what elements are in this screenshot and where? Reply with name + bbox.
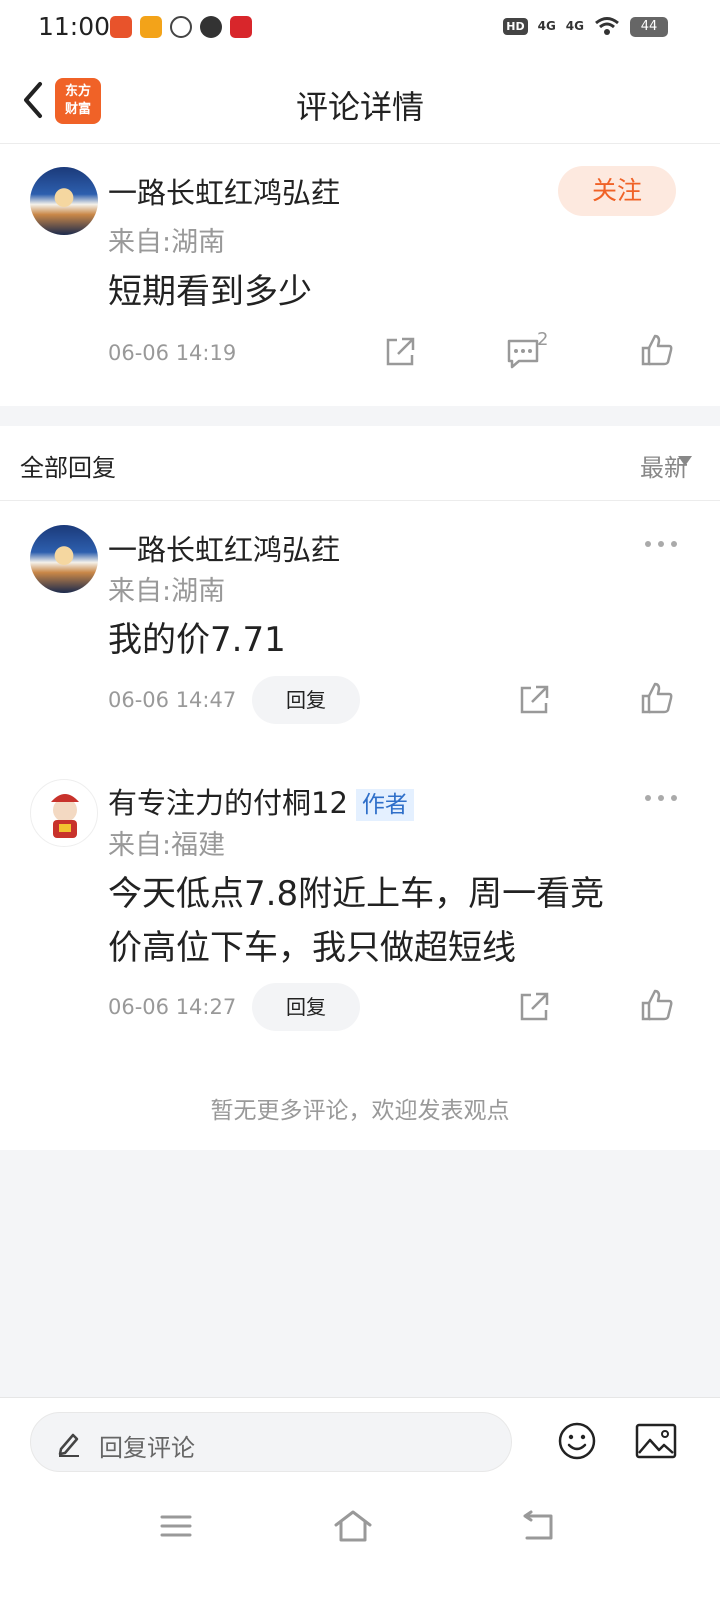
status-time: 11:00 xyxy=(38,12,111,41)
reply-input-placeholder: 回复评论 xyxy=(99,1434,195,1462)
replies-header: 全部回复 最新 xyxy=(0,426,720,501)
home-icon[interactable] xyxy=(333,1509,373,1543)
system-icons: HD 4G 4G xyxy=(503,16,620,36)
comment-text: 短期看到多少 xyxy=(108,272,312,312)
video-icon xyxy=(200,16,222,38)
reply-time: 06-06 14:27 xyxy=(108,995,237,1019)
username[interactable]: 一路长虹红鸿弘荭 xyxy=(108,527,340,569)
more-icon[interactable] xyxy=(643,793,679,803)
reply-text-line-2: 价高位下车，我只做超短线 xyxy=(108,928,516,968)
reply-button[interactable]: 回复 xyxy=(252,983,360,1031)
chevron-down-icon[interactable] xyxy=(678,456,692,466)
bottom-reply-bar: 回复评论 xyxy=(0,1397,720,1487)
image-icon[interactable] xyxy=(635,1423,677,1459)
like-icon[interactable] xyxy=(639,987,675,1023)
like-icon[interactable] xyxy=(639,332,675,368)
notification-icons xyxy=(110,16,252,38)
reply-time: 06-06 14:47 xyxy=(108,688,237,712)
emoji-icon[interactable] xyxy=(557,1421,597,1461)
author-badge: 作者 xyxy=(355,789,414,821)
signal-1-icon: 4G xyxy=(537,19,556,33)
weibo-icon xyxy=(140,16,162,38)
shop-icon xyxy=(230,16,252,38)
comment-icon[interactable] xyxy=(505,334,541,370)
avatar-image xyxy=(51,794,79,838)
comment-time: 06-06 14:19 xyxy=(108,341,237,365)
avatar[interactable] xyxy=(30,167,98,235)
battery-icon: 44 xyxy=(630,17,668,37)
main-comment: 一路长虹红鸿弘荭 来自:湖南 关注 短期看到多少 06-06 14:19 2 xyxy=(0,144,720,406)
signal-2-icon: 4G xyxy=(565,19,584,33)
hd-icon: HD xyxy=(503,17,528,35)
app-notification-icon xyxy=(110,16,132,38)
reply-button[interactable]: 回复 xyxy=(252,676,360,724)
avatar[interactable] xyxy=(30,779,98,847)
pencil-icon xyxy=(58,1433,79,1457)
replies-title: 全部回复 xyxy=(20,454,116,482)
system-navigation-bar xyxy=(0,1487,720,1600)
wechat-icon xyxy=(170,16,192,38)
more-icon[interactable] xyxy=(643,539,679,549)
avatar[interactable] xyxy=(30,525,98,593)
share-icon[interactable] xyxy=(382,334,418,370)
username[interactable]: 一路长虹红鸿弘荭 xyxy=(108,170,340,212)
comment-count: 2 xyxy=(537,329,549,350)
share-icon[interactable] xyxy=(516,989,552,1025)
username[interactable]: 有专注力的付桐12 作者 xyxy=(108,780,414,822)
status-bar: 11:00 HD 4G 4G 44 xyxy=(0,0,720,56)
location: 来自:湖南 xyxy=(108,227,226,258)
username-text: 有专注力的付桐12 xyxy=(108,786,348,820)
reply-input[interactable]: 回复评论 xyxy=(30,1412,512,1472)
like-icon[interactable] xyxy=(639,680,675,716)
replies-list: 一路长虹红鸿弘荭 来自:湖南 我的价7.71 06-06 14:47 回复 有专… xyxy=(0,501,720,1150)
nav-bar: 东方 财富 评论详情 xyxy=(0,56,720,144)
reply-text: 我的价7.71 xyxy=(108,620,286,660)
follow-button[interactable]: 关注 xyxy=(558,166,676,216)
share-icon[interactable] xyxy=(516,682,552,718)
page-title: 评论详情 xyxy=(295,88,424,126)
back-icon[interactable] xyxy=(521,1510,557,1542)
wifi-icon xyxy=(595,17,619,35)
no-more-comments-text: 暂无更多评论，欢迎发表观点 xyxy=(210,1098,510,1124)
location: 来自:湖南 xyxy=(108,576,226,607)
menu-icon[interactable] xyxy=(159,1512,193,1540)
location: 来自:福建 xyxy=(108,830,226,861)
